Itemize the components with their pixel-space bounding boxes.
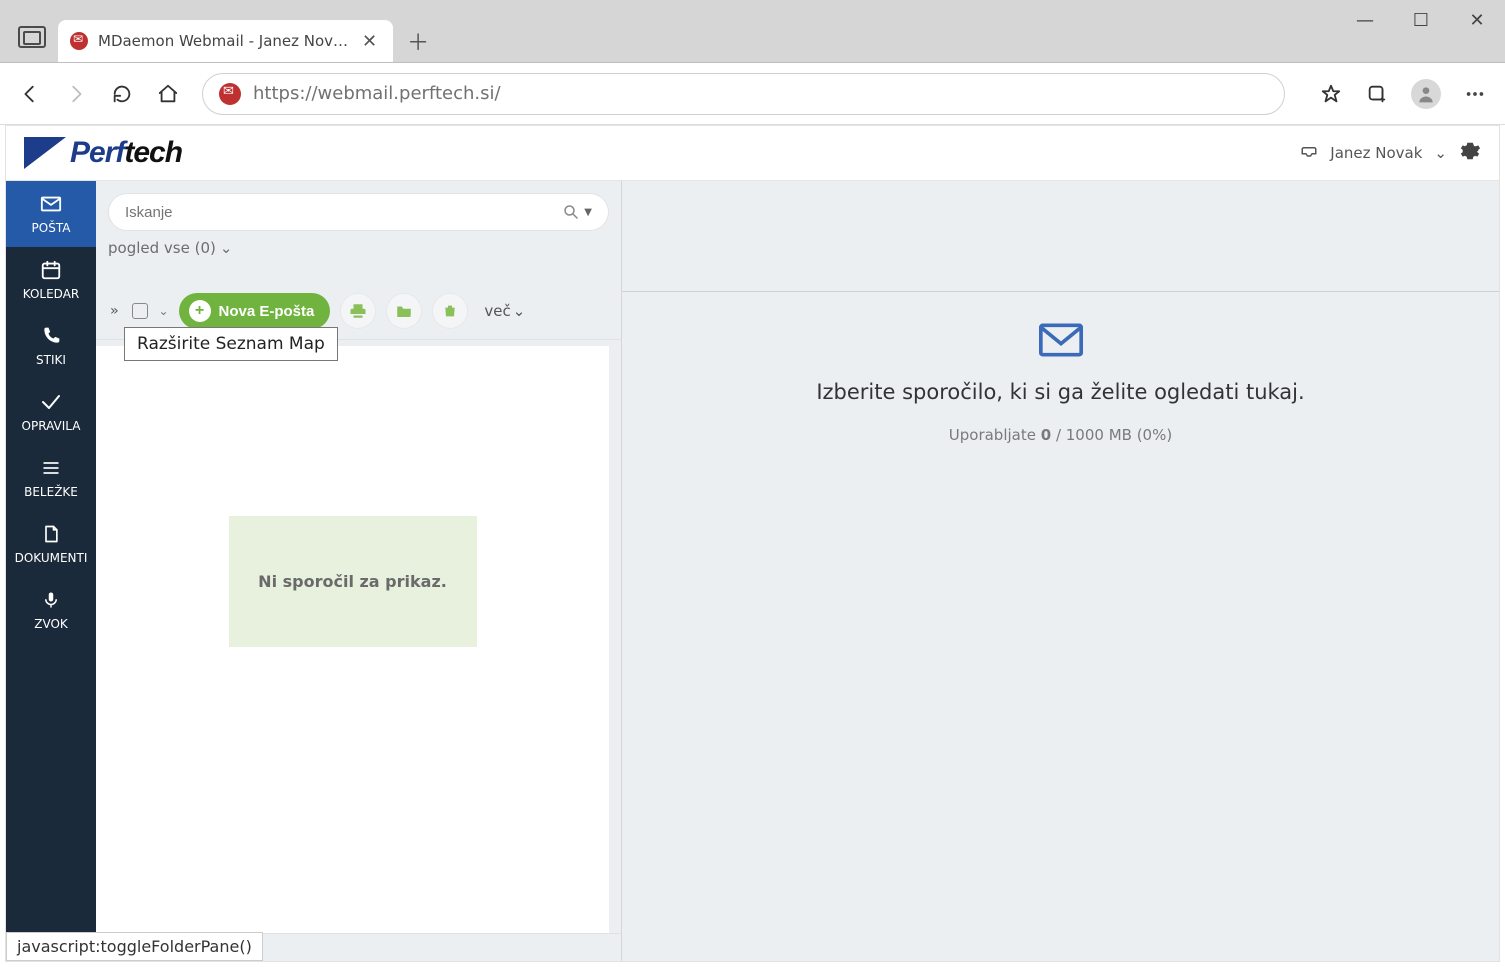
more-label: več — [484, 302, 510, 320]
new-tab-button[interactable]: ＋ — [397, 20, 439, 62]
window-close-button[interactable]: ✕ — [1449, 0, 1505, 40]
browser-menu-button[interactable] — [1463, 82, 1487, 106]
expand-folders-button[interactable]: » — [106, 303, 122, 319]
app-logo[interactable]: Perftech — [24, 136, 182, 170]
tab-close-button[interactable]: ✕ — [358, 31, 381, 52]
sidebar-item-zvok[interactable]: ZVOK — [6, 577, 96, 643]
webmail-app: Perftech Janez Novak ⌄ POŠTA KOLEDAR STIKI… — [5, 125, 1500, 962]
settings-button[interactable] — [1459, 140, 1481, 167]
usage-suffix: / 1000 MB (0%) — [1051, 426, 1172, 444]
window-maximize-button[interactable]: ☐ — [1393, 0, 1449, 40]
nav-back-button[interactable] — [18, 82, 42, 106]
profile-button[interactable] — [1411, 79, 1441, 109]
reading-empty-headline: Izberite sporočilo, ki si ga želite ogle… — [796, 380, 1324, 404]
search-field[interactable]: ▼ — [108, 193, 609, 231]
view-filter[interactable]: pogled vse (0) ⌄ — [96, 239, 621, 265]
address-bar[interactable]: https://webmail.perftech.si/ — [202, 73, 1285, 115]
check-icon — [8, 389, 94, 415]
chevron-down-icon: ⌄ — [220, 239, 233, 257]
view-filter-label: pogled vse (0) — [108, 239, 216, 257]
move-folder-button[interactable] — [386, 293, 422, 329]
list-toolbar: » ⌄ + Nova E-pošta več ⌄ — [96, 265, 621, 340]
nav-sidebar: POŠTA KOLEDAR STIKI OPRAVILA BELEŽKE DOKUMENT… — [6, 181, 96, 961]
logo-mark-icon — [24, 137, 66, 169]
compose-button[interactable]: + Nova E-pošta — [179, 293, 331, 329]
search-input[interactable] — [125, 204, 562, 221]
compose-label: Nova E-pošta — [219, 303, 315, 320]
sidebar-item-pošta[interactable]: POŠTA — [6, 181, 96, 247]
tab-title: MDaemon Webmail - Janez Nov… — [98, 32, 348, 50]
browser-tabstrip: MDaemon Webmail - Janez Nov… ✕ ＋ — ☐ ✕ — [0, 0, 1505, 63]
sidebar-item-beležke[interactable]: BELEŽKE — [6, 445, 96, 511]
sidebar-item-label: KOLEDAR — [8, 287, 94, 301]
list-icon — [8, 455, 94, 481]
sidebar-item-opravila[interactable]: OPRAVILA — [6, 379, 96, 445]
file-icon — [8, 521, 94, 547]
delete-button[interactable] — [432, 293, 468, 329]
sidebar-item-koledar[interactable]: KOLEDAR — [6, 247, 96, 313]
select-menu-chevron-icon[interactable]: ⌄ — [158, 304, 168, 318]
empty-state: Ni sporočil za prikaz. — [229, 516, 477, 647]
chevron-down-icon: ⌄ — [513, 302, 526, 320]
expand-folders-tooltip: Razširite Seznam Map — [124, 327, 338, 361]
envelope-icon — [8, 191, 94, 217]
envelope-icon — [1039, 322, 1083, 362]
nav-refresh-button[interactable] — [110, 82, 134, 106]
url-text: https://webmail.perftech.si/ — [253, 83, 501, 104]
collections-button[interactable] — [1365, 82, 1389, 106]
sidebar-item-label: OPRAVILA — [8, 419, 94, 433]
nav-forward-button — [64, 82, 88, 106]
tab-favicon-icon — [70, 32, 88, 50]
print-button[interactable] — [340, 293, 376, 329]
calendar-icon — [8, 257, 94, 283]
message-list-pane: ▼ pogled vse (0) ⌄ » ⌄ + Nova E-pošta — [96, 181, 622, 961]
browser-tab[interactable]: MDaemon Webmail - Janez Nov… ✕ — [58, 20, 393, 62]
divider — [622, 291, 1499, 292]
mic-icon — [8, 587, 94, 613]
usage-value: 0 — [1041, 426, 1051, 444]
message-list: Ni sporočil za prikaz. — [96, 346, 609, 933]
current-user-menu[interactable]: Janez Novak ⌄ — [1300, 140, 1481, 167]
nav-home-button[interactable] — [156, 82, 180, 106]
user-name: Janez Novak — [1330, 144, 1422, 162]
usage-prefix: Uporabljate — [949, 426, 1041, 444]
sidebar-item-label: DOKUMENTI — [8, 551, 94, 565]
sidebar-item-label: BELEŽKE — [8, 485, 94, 499]
sidebar-item-label: STIKI — [8, 353, 94, 367]
logo-text-1: Perf — [70, 136, 124, 169]
tabs-overview-icon[interactable] — [18, 26, 46, 48]
phone-icon — [8, 323, 94, 349]
logo-text-2: tech — [124, 136, 182, 169]
sidebar-item-stiki[interactable]: STIKI — [6, 313, 96, 379]
sidebar-item-label: POŠTA — [8, 221, 94, 235]
favorites-button[interactable] — [1319, 82, 1343, 106]
more-actions-button[interactable]: več ⌄ — [484, 302, 525, 320]
sidebar-item-dokumenti[interactable]: DOKUMENTI — [6, 511, 96, 577]
select-all-checkbox[interactable] — [132, 303, 148, 319]
reading-pane: Izberite sporočilo, ki si ga želite ogle… — [622, 181, 1499, 961]
search-icon — [562, 203, 580, 221]
plus-icon: + — [189, 300, 211, 322]
window-controls: — ☐ ✕ — [1337, 0, 1505, 40]
browser-status-bar: javascript:toggleFolderPane() — [6, 932, 263, 961]
storage-usage: Uporabljate 0 / 1000 MB (0%) — [949, 426, 1172, 444]
chevron-down-icon: ⌄ — [1434, 144, 1447, 162]
browser-toolbar: https://webmail.perftech.si/ — [0, 63, 1505, 125]
inbox-icon — [1300, 144, 1318, 162]
sidebar-item-label: ZVOK — [8, 617, 94, 631]
window-minimize-button[interactable]: — — [1337, 0, 1393, 40]
search-options-chevron-icon[interactable]: ▼ — [584, 207, 592, 218]
site-favicon-icon — [219, 83, 241, 105]
app-header: Perftech Janez Novak ⌄ — [6, 126, 1499, 181]
